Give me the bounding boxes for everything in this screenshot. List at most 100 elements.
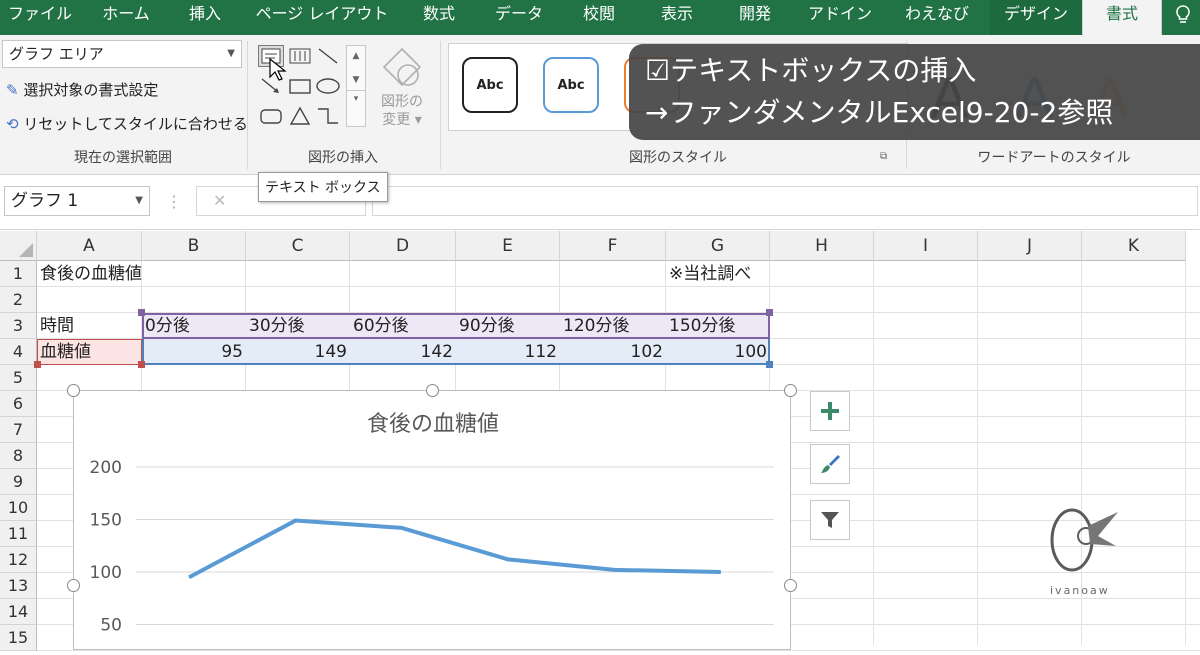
tab-review[interactable]: 校閲 xyxy=(566,0,632,35)
range-handle[interactable] xyxy=(34,361,41,368)
cell-E3[interactable]: 90分後 xyxy=(456,314,518,339)
cell-C3[interactable]: 30分後 xyxy=(246,314,308,339)
range-handle[interactable] xyxy=(138,361,145,368)
data-point-0分後[interactable] xyxy=(188,576,190,578)
cell-F3[interactable]: 120分後 xyxy=(560,314,632,339)
row-header-2[interactable]: 2 xyxy=(0,287,37,313)
row-header-14[interactable]: 14 xyxy=(0,599,37,625)
data-point-60分後[interactable] xyxy=(401,527,403,529)
chart-title[interactable]: 食後の血糖値 xyxy=(367,412,499,437)
tab-page-layout[interactable]: ページ レイアウト xyxy=(252,0,392,35)
tab-view[interactable]: 表示 xyxy=(644,0,710,35)
chart-resize-handle[interactable] xyxy=(426,384,439,397)
column-header-J[interactable]: J xyxy=(978,231,1082,261)
column-header-I[interactable]: I xyxy=(874,231,978,261)
shape-style-black[interactable]: Abc xyxy=(462,57,518,113)
chart-styles-button[interactable] xyxy=(810,444,850,484)
triangle-shape-icon[interactable] xyxy=(287,105,313,127)
row-header-9[interactable]: 9 xyxy=(0,469,37,495)
column-header-G[interactable]: G xyxy=(666,231,770,261)
cell-E4[interactable]: 112 xyxy=(456,340,560,365)
cell-A3[interactable]: 時間 xyxy=(37,314,77,339)
tab-design[interactable]: デザイン xyxy=(990,0,1082,35)
row-header-7[interactable]: 7 xyxy=(0,417,37,443)
scroll-down-icon[interactable]: ▼ xyxy=(347,70,365,90)
row-header-6[interactable]: 6 xyxy=(0,391,37,417)
column-header-H[interactable]: H xyxy=(770,231,874,261)
tab-data[interactable]: データ xyxy=(484,0,554,35)
row-header-13[interactable]: 13 xyxy=(0,573,37,599)
tab-formulas[interactable]: 数式 xyxy=(404,0,474,35)
row-header-8[interactable]: 8 xyxy=(0,443,37,469)
row-header-4[interactable]: 4 xyxy=(0,339,37,365)
rectangle-shape-icon[interactable] xyxy=(287,75,313,97)
column-header-E[interactable]: E xyxy=(456,231,560,261)
cell-B4[interactable]: 95 xyxy=(142,340,246,365)
series-line[interactable] xyxy=(188,518,721,580)
scroll-up-icon[interactable]: ▲ xyxy=(347,46,365,66)
column-header-D[interactable]: D xyxy=(350,231,456,261)
tab-addins[interactable]: アドイン xyxy=(800,0,880,35)
cell-G4[interactable]: 100 xyxy=(666,340,770,365)
row-header-1[interactable]: 1 xyxy=(0,261,37,287)
range-handle[interactable] xyxy=(766,309,773,316)
cell-F4[interactable]: 102 xyxy=(560,340,666,365)
column-header-F[interactable]: F xyxy=(560,231,666,261)
range-handle[interactable] xyxy=(138,309,145,316)
column-header-B[interactable]: B xyxy=(142,231,246,261)
chart-resize-handle[interactable] xyxy=(784,579,797,592)
dialog-launcher-icon[interactable]: ⧉ xyxy=(880,151,887,162)
rounded-rectangle-shape-icon[interactable] xyxy=(258,105,284,127)
tab-file[interactable]: ファイル xyxy=(0,0,80,35)
formula-input[interactable] xyxy=(372,186,1198,216)
row-header-5[interactable]: 5 xyxy=(0,365,37,391)
row-header-12[interactable]: 12 xyxy=(0,547,37,573)
chart-element-selector[interactable]: グラフ エリア ▼ xyxy=(2,40,242,68)
range-handle[interactable] xyxy=(766,361,773,368)
chart-elements-button[interactable] xyxy=(810,391,850,431)
cell-G1[interactable]: ※当社調べ xyxy=(666,262,754,287)
tab-home[interactable]: ホーム xyxy=(92,0,160,35)
tab-developer[interactable]: 開発 xyxy=(722,0,788,35)
chart-resize-handle[interactable] xyxy=(67,384,80,397)
chart-resize-handle[interactable] xyxy=(67,579,80,592)
column-header-K[interactable]: K xyxy=(1082,231,1186,261)
column-header-A[interactable]: A xyxy=(37,231,142,261)
row-header-3[interactable]: 3 xyxy=(0,313,37,339)
chart-resize-handle[interactable] xyxy=(784,384,797,397)
line-shape-icon[interactable] xyxy=(315,45,341,67)
tab-waenavi[interactable]: わえなび xyxy=(892,0,982,35)
data-point-30分後[interactable] xyxy=(295,520,296,522)
reset-style-button[interactable]: ⟲ リセットしてスタイルに合わせる xyxy=(6,113,248,134)
data-point-90分後[interactable] xyxy=(507,558,509,560)
vertical-textbox-shape-icon[interactable] xyxy=(287,45,313,67)
elbow-connector-shape-icon[interactable] xyxy=(315,105,341,127)
cell-A4[interactable]: 血糖値 xyxy=(37,340,94,365)
shape-style-blue[interactable]: Abc xyxy=(543,57,599,113)
chart-area[interactable]: 食後の血糖値 200 150 100 50 xyxy=(73,390,791,650)
cancel-icon[interactable]: ✕ xyxy=(213,191,226,210)
change-shape-button[interactable]: 図形の 変更 ▾ xyxy=(374,45,430,135)
select-all-corner[interactable] xyxy=(0,231,37,261)
tab-insert[interactable]: 挿入 xyxy=(172,0,238,35)
cell-G3[interactable]: 150分後 xyxy=(666,314,738,339)
row-header-15[interactable]: 15 xyxy=(0,625,37,651)
shapes-scroll[interactable]: ▲ ▼ ▾ xyxy=(346,45,366,127)
row-header-10[interactable]: 10 xyxy=(0,495,37,521)
chart-filters-button[interactable] xyxy=(810,500,850,540)
cell-B3[interactable]: 0分後 xyxy=(142,314,193,339)
name-box[interactable]: グラフ 1 ▼ xyxy=(4,186,150,216)
cell-D4[interactable]: 142 xyxy=(350,340,456,365)
lightbulb-icon[interactable] xyxy=(1166,0,1200,35)
cell-A1[interactable]: 食後の血糖値 xyxy=(37,262,145,287)
tab-format[interactable]: 書式 xyxy=(1082,0,1162,35)
more-shapes-icon[interactable]: ▾ xyxy=(347,90,365,107)
data-point-150分後[interactable] xyxy=(720,571,722,573)
cell-C4[interactable]: 149 xyxy=(246,340,350,365)
row-header-11[interactable]: 11 xyxy=(0,521,37,547)
column-header-C[interactable]: C xyxy=(246,231,350,261)
data-point-120分後[interactable] xyxy=(614,569,615,571)
format-selection-button[interactable]: ✎ 選択対象の書式設定 xyxy=(6,79,158,100)
cell-D3[interactable]: 60分後 xyxy=(350,314,412,339)
oval-shape-icon[interactable] xyxy=(315,75,341,97)
